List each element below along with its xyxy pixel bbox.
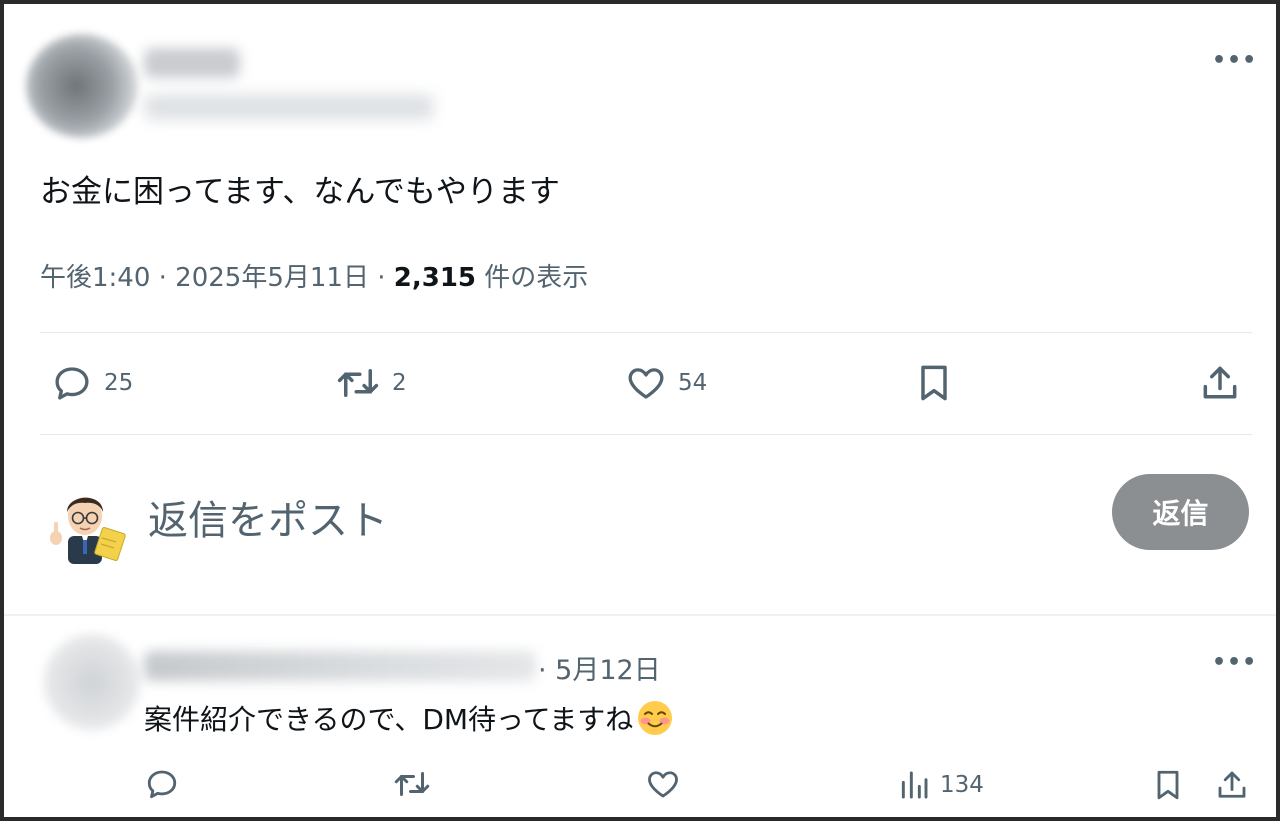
reply-like-action[interactable] <box>644 766 682 802</box>
reply-action[interactable]: 25 <box>50 362 133 404</box>
divider <box>40 434 1252 435</box>
reply-count: 25 <box>104 370 134 396</box>
repost-count: 2 <box>392 370 407 396</box>
reply-share-action[interactable] <box>1214 766 1250 804</box>
views-icon <box>898 768 930 802</box>
reply-icon <box>50 362 94 404</box>
author-avatar-blurred[interactable] <box>26 34 138 138</box>
tweet-screenshot: ••• お金に困ってます、なんでもやります 午後1:40 · 2025年5月11… <box>0 0 1280 821</box>
reply-more-options-icon[interactable]: ••• <box>1212 652 1257 674</box>
reply-author-avatar-blurred[interactable] <box>44 634 140 730</box>
reply-author-name-blurred[interactable] <box>144 651 536 681</box>
heart-icon <box>624 362 668 404</box>
views-label: 件の表示 <box>476 263 589 293</box>
like-count: 54 <box>678 370 708 396</box>
repost-action[interactable]: 2 <box>334 362 407 404</box>
reply-text-body: 案件紹介できるので、DM待ってますね <box>144 703 634 736</box>
bookmark-icon <box>1150 766 1186 804</box>
author-name-blurred[interactable] <box>144 48 240 78</box>
more-options-icon[interactable]: ••• <box>1212 50 1257 72</box>
reply-bookmark-action[interactable] <box>1150 766 1186 804</box>
post-text: お金に困ってます、なんでもやります <box>40 174 560 210</box>
post-meta: 午後1:40 · 2025年5月11日 · 2,315 件の表示 <box>40 257 588 294</box>
reply-reply-action[interactable] <box>144 766 180 802</box>
blushing-smile-emoji-icon <box>635 698 675 738</box>
reply-repost-action[interactable] <box>392 766 432 802</box>
bookmark-icon <box>912 360 956 406</box>
divider <box>40 332 1252 333</box>
share-action[interactable] <box>1198 360 1242 406</box>
reply-submit-button[interactable]: 返信 <box>1112 474 1249 550</box>
author-handle-blurred[interactable] <box>144 94 434 120</box>
repost-icon <box>392 766 432 802</box>
post-timestamp[interactable]: 午後1:40 · 2025年5月11日 · <box>40 263 394 293</box>
reply-date[interactable]: · 5月12日 <box>538 648 661 687</box>
reply-input[interactable]: 返信をポスト <box>148 488 388 546</box>
repost-icon <box>334 362 382 404</box>
heart-icon <box>644 766 682 802</box>
reply-views-count: 134 <box>940 772 984 798</box>
share-icon <box>1198 360 1242 406</box>
reply-icon <box>144 766 180 802</box>
current-user-avatar[interactable] <box>42 480 128 566</box>
share-icon <box>1214 766 1250 804</box>
reply-views-action[interactable]: 134 <box>898 768 984 802</box>
like-action[interactable]: 54 <box>624 362 707 404</box>
section-divider <box>4 614 1276 616</box>
reply-text: 案件紹介できるので、DM待ってますね <box>144 698 675 738</box>
bookmark-action[interactable] <box>912 360 956 406</box>
views-count: 2,315 <box>393 263 477 293</box>
